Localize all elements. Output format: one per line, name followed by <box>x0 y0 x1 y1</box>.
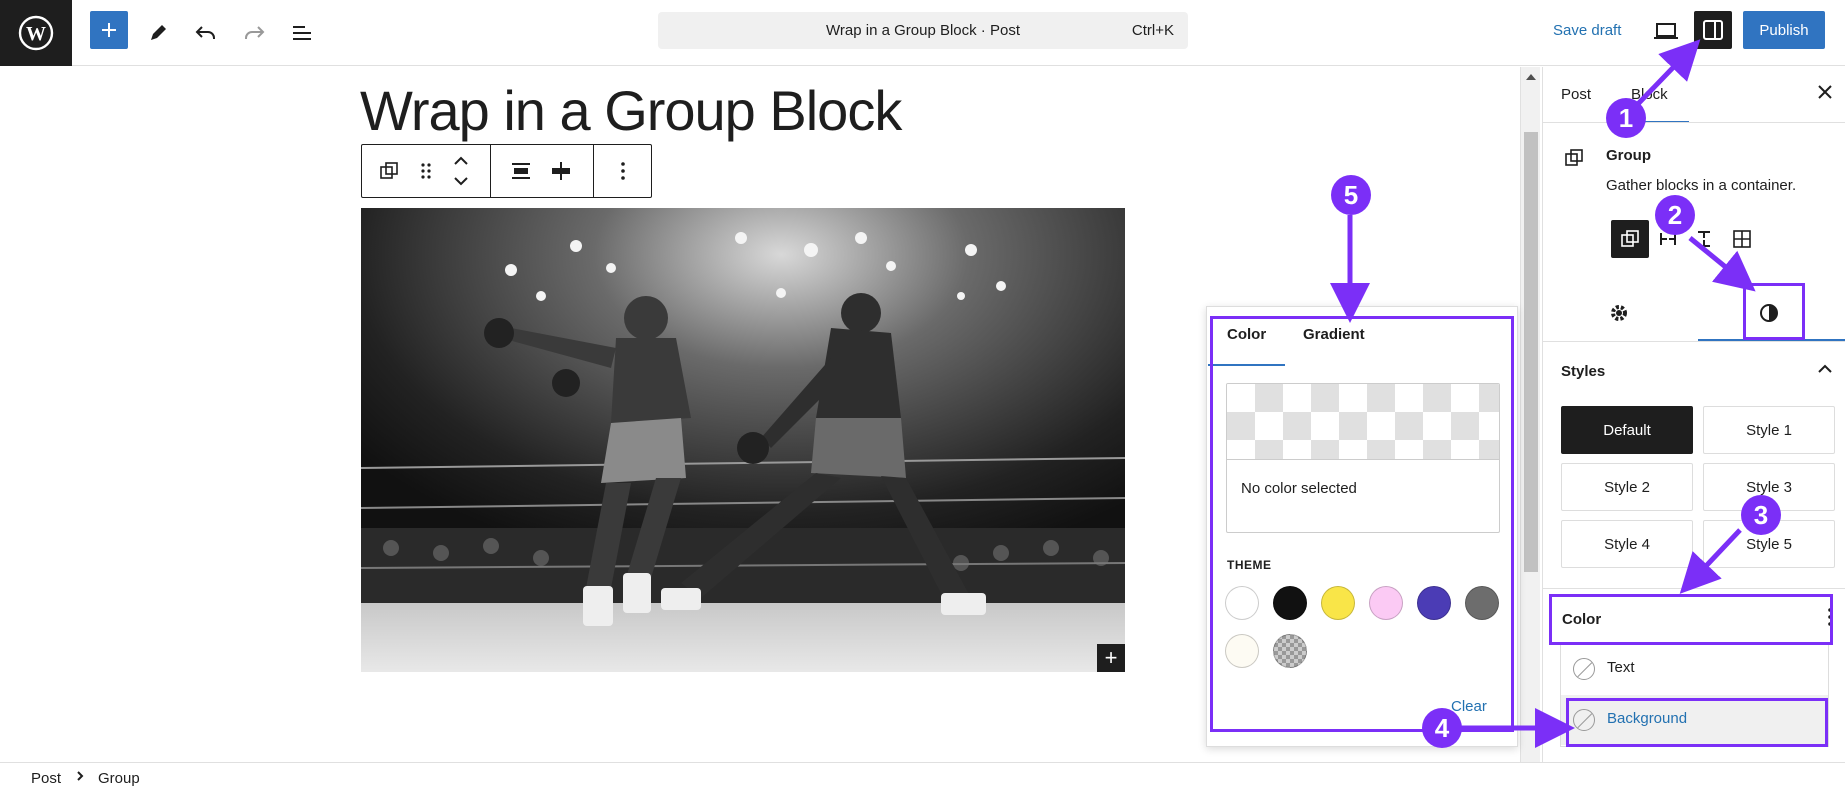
group-block-icon <box>1563 147 1585 174</box>
plus-icon <box>102 23 116 37</box>
settings-sidebar: Post Block Group Gather blocks in a cont… <box>1542 67 1845 762</box>
boxing-image[interactable] <box>361 208 1125 672</box>
breadcrumb-post[interactable]: Post <box>31 770 61 787</box>
scroll-up-icon[interactable] <box>1526 74 1536 80</box>
tools-button[interactable] <box>138 13 178 53</box>
style-default-button[interactable]: Default <box>1561 406 1693 454</box>
breadcrumb: Post Group <box>0 762 1845 789</box>
add-block-button[interactable] <box>90 11 128 49</box>
svg-text:W: W <box>26 23 46 45</box>
divider <box>1543 122 1845 123</box>
group-icon[interactable] <box>376 158 402 184</box>
annotation-badge-3: 3 <box>1741 495 1781 535</box>
color-item-label: Text <box>1607 659 1635 676</box>
image-add-block-button[interactable]: + <box>1097 644 1125 672</box>
tab-post[interactable]: Post <box>1561 86 1591 103</box>
scroll-thumb[interactable] <box>1524 132 1538 572</box>
annotation-badge-5: 5 <box>1331 175 1371 215</box>
save-draft-button[interactable]: Save draft <box>1553 22 1621 39</box>
command-palette-button[interactable]: Wrap in a Group Block · Post Ctrl+K <box>658 12 1188 49</box>
chevron-right-icon <box>76 769 84 786</box>
styles-panel-title[interactable]: Styles <box>1561 363 1605 380</box>
document-title: Wrap in a Group Block · Post <box>826 22 1020 39</box>
list-view-button[interactable] <box>282 13 322 53</box>
command-shortcut: Ctrl+K <box>1131 22 1174 39</box>
block-toolbar <box>361 144 652 198</box>
redo-button[interactable] <box>234 13 274 53</box>
settings-gear-icon[interactable] <box>1599 293 1639 333</box>
wordpress-logo-icon[interactable]: W <box>0 0 72 66</box>
post-title[interactable]: Wrap in a Group Block <box>360 78 902 143</box>
annotation-box-color-panel <box>1549 594 1833 645</box>
close-icon[interactable] <box>1817 83 1833 106</box>
annotation-badge-1: 1 <box>1606 98 1646 138</box>
divider <box>1543 588 1845 589</box>
block-description: Gather blocks in a container. <box>1606 177 1797 194</box>
annotation-badge-4: 4 <box>1422 708 1462 748</box>
pencil-icon <box>151 25 166 40</box>
annotation-box-background <box>1566 698 1828 747</box>
laptop-icon <box>1654 23 1678 39</box>
toolbar-divider <box>490 145 491 197</box>
drag-handle-icon[interactable] <box>413 158 439 184</box>
redo-icon <box>245 26 265 39</box>
block-name: Group <box>1606 147 1651 164</box>
chevron-up-icon[interactable] <box>1818 361 1832 379</box>
style-4-button[interactable]: Style 4 <box>1561 520 1693 568</box>
publish-button[interactable]: Publish <box>1743 11 1825 49</box>
grid-variation-icon[interactable] <box>1723 220 1761 258</box>
move-up-down-icon[interactable] <box>448 151 474 191</box>
more-options-icon[interactable] <box>610 158 636 184</box>
justify-icon[interactable] <box>548 158 574 184</box>
annotation-box-styles-tab <box>1743 283 1805 340</box>
toolbar-divider <box>593 145 594 197</box>
style-1-button[interactable]: Style 1 <box>1703 406 1835 454</box>
annotation-badge-2: 2 <box>1655 195 1695 235</box>
settings-toggle-button[interactable] <box>1694 11 1732 49</box>
align-icon[interactable] <box>508 158 534 184</box>
sidebar-toggle-icon <box>1703 20 1723 40</box>
list-view-icon <box>293 26 311 40</box>
group-variation-icon[interactable] <box>1611 220 1649 258</box>
preview-button[interactable] <box>1646 11 1686 51</box>
style-2-button[interactable]: Style 2 <box>1561 463 1693 511</box>
editor-root: W Wrap in a Group Block · Post Ctrl+K Sa… <box>0 0 1845 789</box>
breadcrumb-group[interactable]: Group <box>98 770 140 787</box>
undo-button[interactable] <box>186 13 226 53</box>
annotation-box-popover <box>1210 316 1514 732</box>
divider <box>1543 341 1845 342</box>
undo-icon <box>195 26 215 39</box>
no-color-indicator-icon <box>1573 658 1595 680</box>
canvas-scrollbar[interactable] <box>1520 67 1540 762</box>
top-toolbar: W Wrap in a Group Block · Post Ctrl+K Sa… <box>0 0 1845 66</box>
color-item-text[interactable]: Text <box>1561 644 1828 694</box>
